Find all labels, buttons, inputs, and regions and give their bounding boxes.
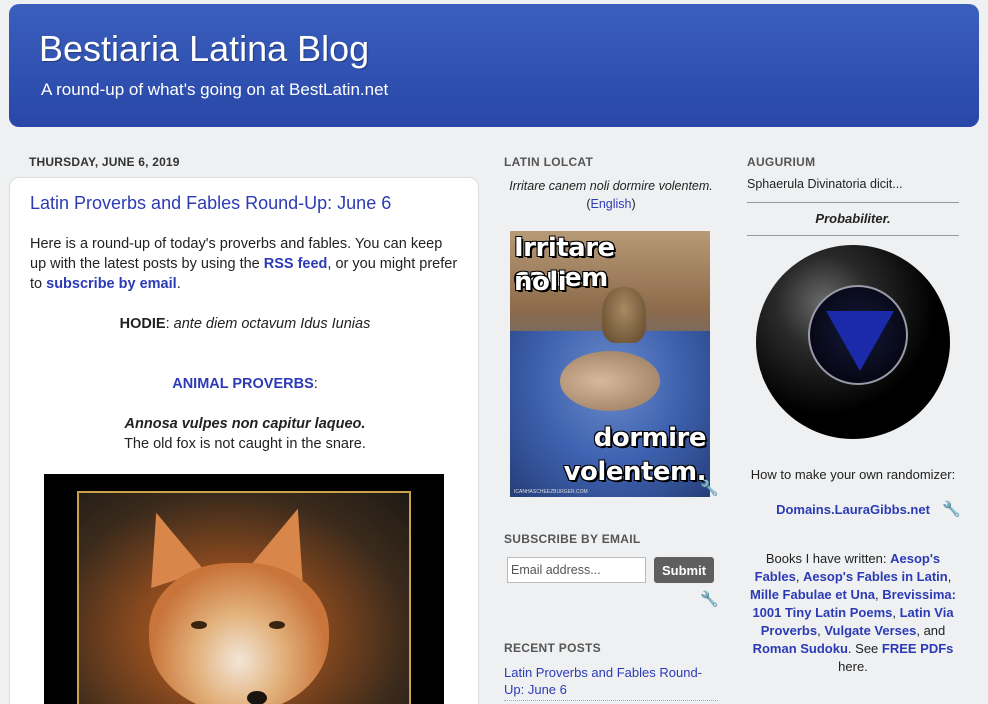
section-colon: : (313, 376, 318, 392)
fox-eye (269, 621, 285, 629)
books-prefix: Books I have written: (765, 551, 891, 566)
proverb-latin: Annosa vulpes non capitur laqueo. (124, 416, 366, 432)
lolcat-caption-text: Irritare canem noli dormire volentem. (509, 179, 713, 193)
wrench-icon[interactable]: 🔧 (942, 502, 961, 518)
blog-description: A round-up of what's going on at BestLat… (41, 80, 389, 99)
post-date: THURSDAY, JUNE 6, 2019 (29, 155, 180, 169)
recent-posts-heading: RECENT POSTS (504, 641, 601, 655)
caption-paren: ) (631, 197, 636, 211)
rss-feed-link[interactable]: RSS feed (264, 256, 328, 272)
email-address-input[interactable] (507, 557, 646, 583)
lolcat-image[interactable]: Irritare canem noli dormire volentem. IC… (510, 231, 710, 497)
wrench-icon[interactable]: 🔧 (700, 592, 719, 608)
book-link[interactable]: Aesop's Fables in Latin (803, 569, 948, 584)
lolcat-line: volentem. (563, 457, 707, 487)
hodie-date: ante diem octavum Idus Iunias (173, 316, 371, 332)
english-link[interactable]: English (591, 197, 632, 211)
book-link[interactable]: Vulgate Verses (824, 623, 916, 638)
recent-post-link[interactable]: Latin Proverbs and Fables Round-Up: June… (504, 664, 718, 698)
sep: here. (838, 659, 868, 674)
sep: , (947, 569, 952, 584)
hodie-label: HODIE (119, 316, 166, 332)
book-link[interactable]: Roman Sudoku (753, 641, 848, 656)
book-link[interactable]: Mille Fabulae et Una (750, 587, 875, 602)
domains-link: Domains.LauraGibbs.net (747, 502, 959, 517)
lolcat-caption: Irritare canem noli dormire volentem. (E… (504, 177, 718, 213)
subscribe-email-link[interactable]: subscribe by email (46, 276, 177, 292)
hodie-line: HODIE: ante diem octavum Idus Iunias (30, 314, 460, 334)
dog (560, 351, 660, 411)
post-title-link[interactable]: Latin Proverbs and Fables Round-Up: June… (30, 193, 391, 214)
wrench-icon[interactable]: 🔧 (700, 481, 719, 497)
cat (602, 287, 646, 343)
augurium-answer: Probabiliter. (747, 202, 959, 236)
post-intro: Here is a round-up of today's proverbs a… (30, 234, 460, 294)
sep: . See (847, 641, 882, 656)
fox-face (149, 563, 329, 704)
domains-link-text[interactable]: Domains.LauraGibbs.net (776, 502, 930, 517)
blog-post: Latin Proverbs and Fables Round-Up: June… (9, 177, 479, 704)
blog-header: Bestiaria Latina Blog A round-up of what… (9, 4, 979, 127)
magic-eight-ball[interactable] (756, 245, 950, 439)
triangle-icon (826, 311, 894, 371)
proverb-english: The old fox is not caught in the snare. (124, 436, 366, 452)
hodie-separator: : (165, 316, 174, 332)
proverb: Annosa vulpes non capitur laqueo. The old… (30, 414, 460, 454)
lolcat-line: dormire (593, 423, 707, 453)
blog-title[interactable]: Bestiaria Latina Blog (39, 28, 369, 70)
fox-photo (77, 491, 411, 704)
intro-text: . (176, 276, 181, 292)
fox-image[interactable] (44, 474, 444, 704)
ball-window (808, 285, 908, 385)
subscribe-heading: SUBSCRIBE BY EMAIL (504, 532, 641, 546)
sep: , and (916, 623, 946, 638)
fox-eye (191, 621, 207, 629)
free-pdfs-link[interactable]: FREE PDFs (882, 641, 954, 656)
submit-button[interactable]: Submit (654, 557, 714, 583)
lolcat-line: noli (514, 267, 567, 297)
animal-proverbs-link[interactable]: ANIMAL PROVERBS (172, 376, 314, 392)
augurium-intro: Sphaerula Divinatoria dicit... (747, 177, 903, 191)
divider (504, 700, 718, 701)
randomizer-howto: How to make your own randomizer: (750, 467, 956, 482)
lolcat-source: ICANHASCHEEZBURGER.COM (514, 489, 588, 495)
post-body: Here is a round-up of today's proverbs a… (30, 234, 460, 454)
lolcat-heading: LATIN LOLCAT (504, 155, 594, 169)
sep: , (795, 569, 804, 584)
books-list: Books I have written: Aesop's Fables, Ae… (747, 550, 959, 676)
augurium-heading: AUGURIUM (747, 155, 816, 169)
sep: , (892, 605, 900, 620)
fox-nose (247, 691, 267, 704)
section-heading: ANIMAL PROVERBS: (30, 374, 460, 394)
